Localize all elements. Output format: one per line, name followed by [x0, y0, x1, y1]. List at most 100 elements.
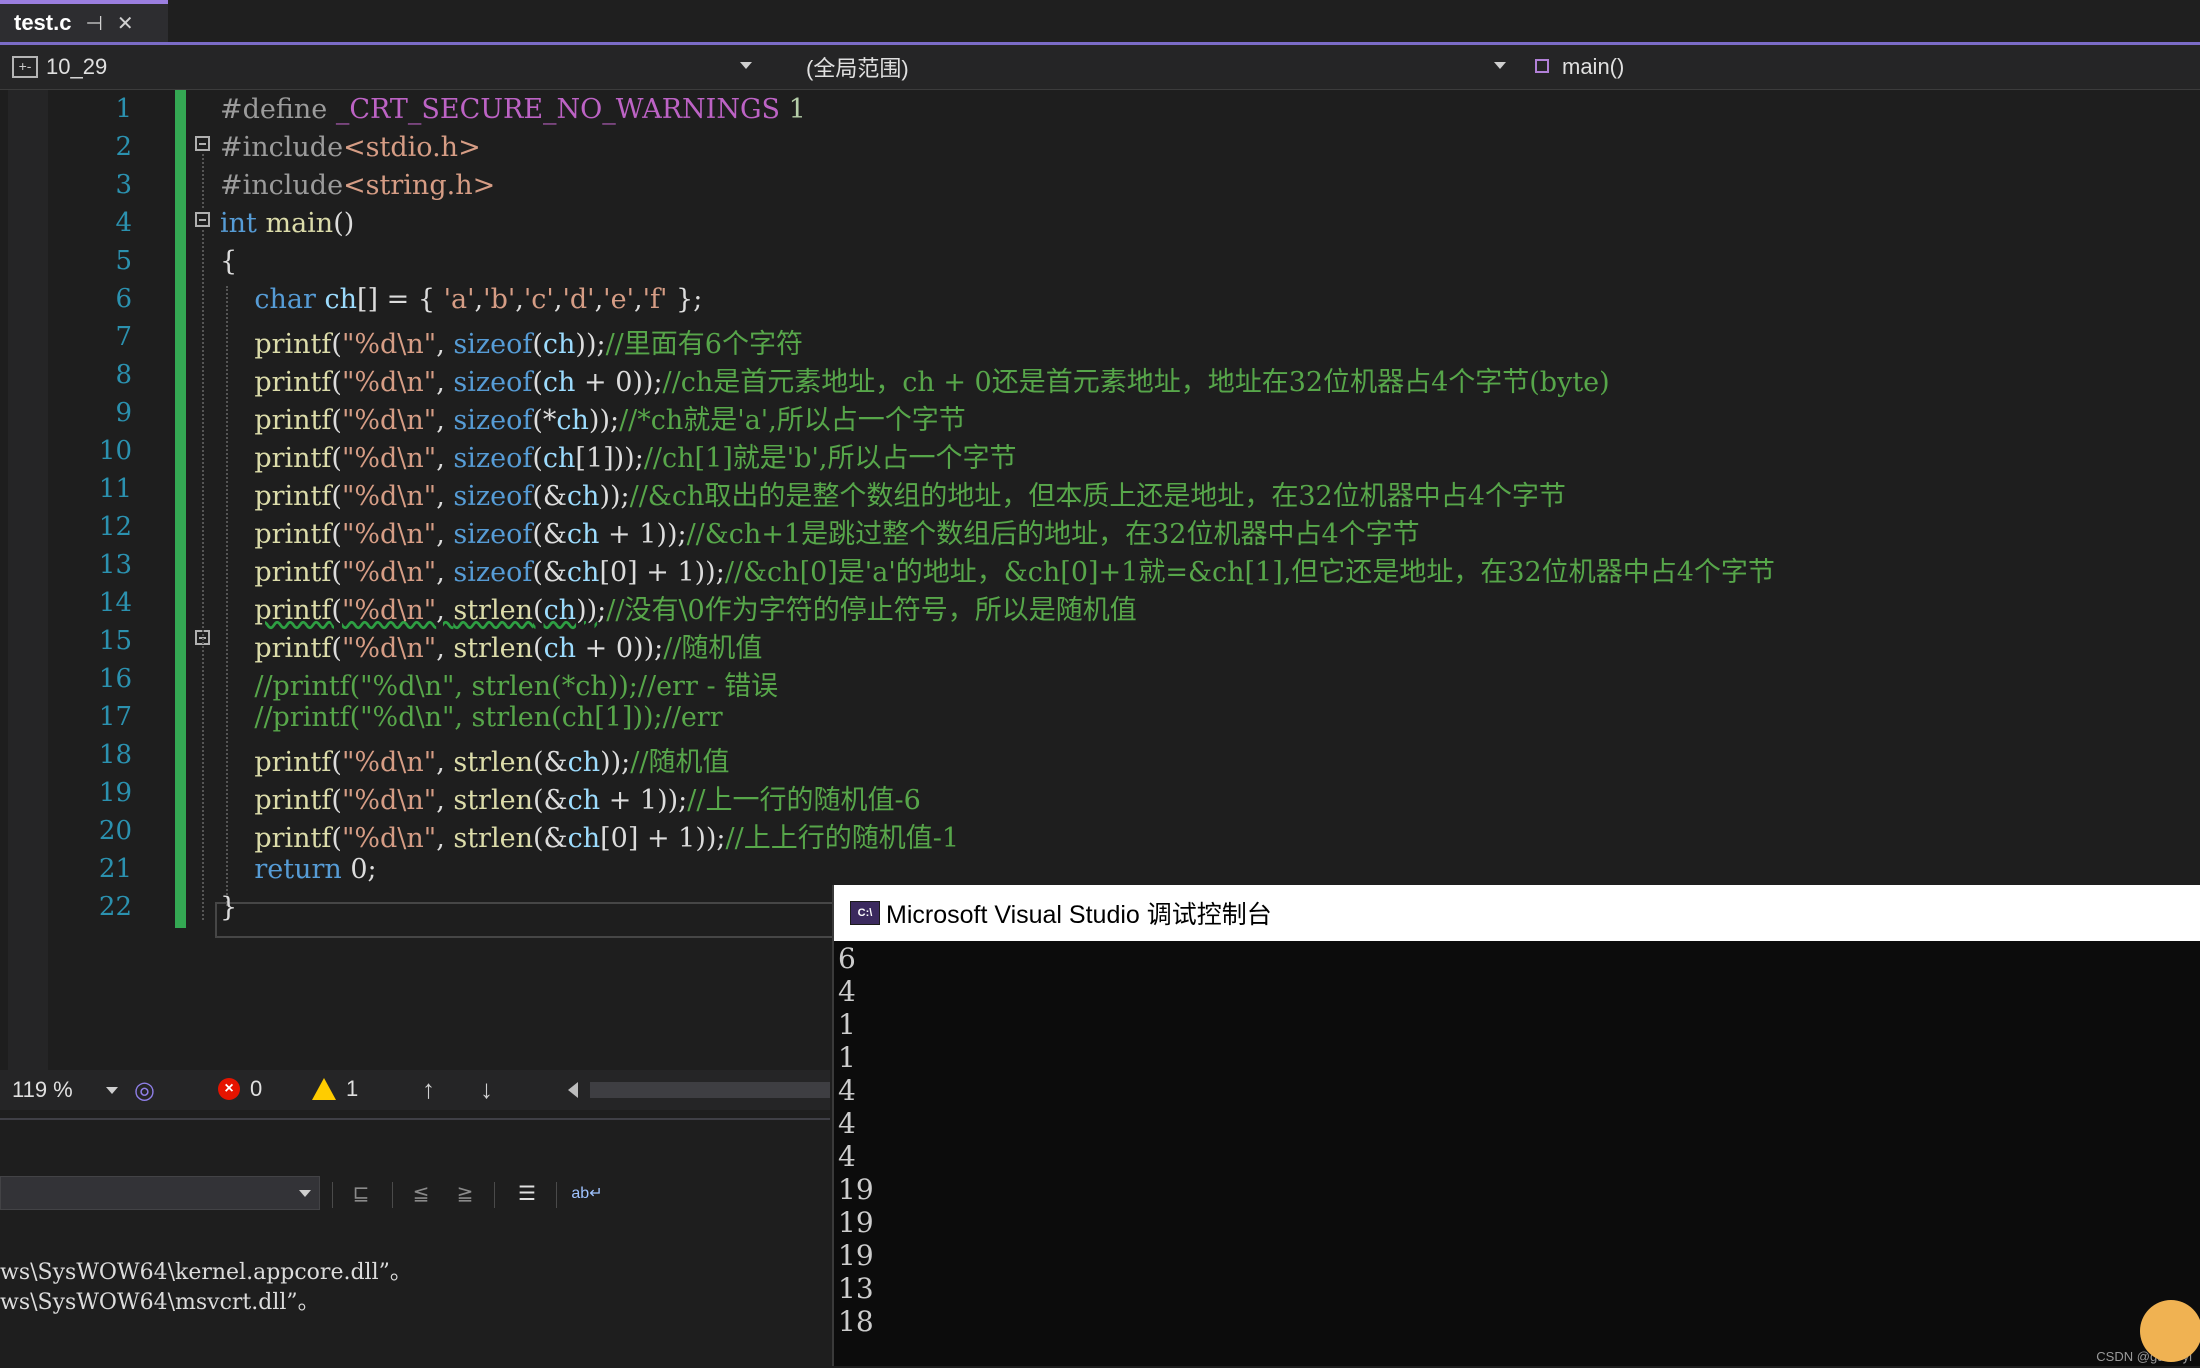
- console-output-line: 4: [838, 1107, 856, 1140]
- scope-label: (全局范围): [806, 56, 909, 81]
- code-line: printf("%d\n", sizeof(&ch[0] + 1));//&ch…: [254, 557, 1775, 588]
- previous-message-icon[interactable]: ≦: [404, 1178, 438, 1210]
- word-wrap-icon[interactable]: ab↵: [570, 1178, 604, 1210]
- toolbar-separator: [556, 1182, 557, 1208]
- console-output-line: 18: [838, 1305, 874, 1338]
- code-line: printf("%d\n", sizeof(*ch));//*ch就是'a',所…: [254, 405, 966, 436]
- document-tab-strip: test.c ⊣ ✕: [0, 0, 2200, 42]
- line-number: 8: [115, 360, 132, 390]
- console-output-line: 4: [838, 975, 856, 1008]
- output-pane: ⊑ ≦ ≧ ☰ ab↵ ws\SysWOW64\kernel.appcore.d…: [0, 1118, 830, 1368]
- intellisense-icon[interactable]: ◎: [134, 1076, 155, 1105]
- error-count[interactable]: × 0: [218, 1076, 262, 1102]
- code-line: printf("%d\n", strlen(ch + 0));//随机值: [254, 633, 763, 664]
- editor-status-bar: 119 % ◎ × 0 1 ↑ ↓: [0, 1070, 830, 1110]
- next-message-icon[interactable]: ≧: [448, 1178, 482, 1210]
- chevron-down-icon: [1494, 62, 1506, 69]
- line-number: 4: [115, 208, 132, 238]
- project-label: 10_29: [46, 54, 108, 79]
- code-line: printf("%d\n", sizeof(&ch));//&ch取出的是整个数…: [254, 481, 1566, 512]
- chevron-down-icon: [106, 1087, 118, 1094]
- outline-guide: [202, 154, 204, 208]
- toolbar-separator: [332, 1182, 333, 1208]
- console-output-line: 1: [838, 1041, 856, 1074]
- error-icon: ×: [218, 1078, 240, 1100]
- toolbar-separator: [392, 1182, 393, 1208]
- previous-issue-arrow-up-icon[interactable]: ↑: [422, 1074, 435, 1105]
- output-line: ws\SysWOW64\kernel.appcore.dll”。: [0, 1260, 412, 1285]
- line-number: 9: [115, 398, 132, 428]
- code-line: printf("%d\n", sizeof(&ch + 1));//&ch+1是…: [254, 519, 1420, 550]
- clear-all-icon[interactable]: ☰: [510, 1178, 544, 1210]
- line-number: 14: [98, 588, 132, 618]
- output-line: ws\SysWOW64\msvcrt.dll”。: [0, 1290, 320, 1315]
- line-number: 2: [115, 132, 132, 162]
- code-line: printf("%d\n", strlen(&ch));//随机值: [254, 747, 730, 778]
- line-number: 7: [115, 322, 132, 352]
- chevron-down-icon: [740, 62, 752, 69]
- line-number: 21: [98, 854, 132, 884]
- code-line: int main(): [220, 208, 355, 239]
- code-line: printf("%d\n", strlen(ch));//没有\0作为字符的停止…: [254, 595, 1137, 626]
- line-number: 11: [98, 474, 132, 504]
- line-number: 18: [98, 740, 132, 770]
- line-number: 22: [98, 892, 132, 922]
- code-line: char ch[] = { 'a','b','c','d','e','f' };: [254, 284, 703, 315]
- collapse-toggle-icon[interactable]: [195, 212, 210, 227]
- code-line: //printf("%d\n", strlen(ch[1]));//err: [254, 702, 723, 733]
- document-tab[interactable]: test.c ⊣ ✕: [0, 0, 168, 42]
- code-line: }: [220, 892, 238, 923]
- console-output-line: 1: [838, 1008, 856, 1041]
- warning-count[interactable]: 1: [312, 1076, 358, 1102]
- line-number: 13: [98, 550, 132, 580]
- code-line: printf("%d\n", strlen(&ch + 1));//上一行的随机…: [254, 785, 921, 816]
- code-line: //printf("%d\n", strlen(*ch));//err - 错误: [254, 671, 779, 702]
- next-issue-arrow-down-icon[interactable]: ↓: [480, 1074, 493, 1105]
- output-toolbar: ⊑ ≦ ≧ ☰ ab↵: [0, 1172, 830, 1216]
- scroll-left-arrow-icon[interactable]: [568, 1082, 578, 1098]
- warning-icon: [312, 1078, 336, 1100]
- error-count-label: 0: [250, 1076, 263, 1101]
- method-cube-icon: [1534, 57, 1552, 77]
- line-number: 20: [98, 816, 132, 846]
- project-dropdown[interactable]: +‑ 10_29: [12, 50, 760, 84]
- scope-dropdown[interactable]: (全局范围): [806, 50, 1514, 84]
- code-line: return 0;: [254, 854, 377, 885]
- console-output-line: 19: [838, 1206, 874, 1239]
- console-title-bar[interactable]: C:\ Microsoft Visual Studio 调试控制台: [834, 885, 2200, 941]
- member-dropdown[interactable]: main(): [1534, 50, 2194, 84]
- horizontal-scrollbar[interactable]: [590, 1082, 830, 1098]
- code-line: printf("%d\n", strlen(&ch[0] + 1));//上上行…: [254, 823, 959, 854]
- line-number: 3: [115, 170, 132, 200]
- zoom-dropdown[interactable]: 119 %: [8, 1074, 124, 1106]
- line-number: 6: [115, 284, 132, 314]
- watermark-logo: [2140, 1300, 2200, 1362]
- project-icon: +‑: [12, 56, 38, 78]
- toolbar-separator: [494, 1182, 495, 1208]
- line-number: 1: [115, 94, 132, 124]
- outline-guide: [202, 230, 204, 920]
- console-title: Microsoft Visual Studio 调试控制台: [886, 901, 1272, 929]
- line-number: 12: [98, 512, 132, 542]
- output-source-dropdown[interactable]: [0, 1176, 320, 1210]
- pin-icon[interactable]: ⊣: [85, 11, 102, 36]
- change-tracking-bar: [175, 90, 186, 928]
- navigation-bar: +‑ 10_29 (全局范围) main(): [0, 45, 2200, 90]
- debug-console-window[interactable]: C:\ Microsoft Visual Studio 调试控制台 6 4 1 …: [832, 885, 2200, 1366]
- code-line: {: [220, 246, 238, 277]
- console-output-line: 13: [838, 1272, 874, 1305]
- console-output-line: 4: [838, 1140, 856, 1173]
- code-line: printf("%d\n", sizeof(ch[1]));//ch[1]就是'…: [254, 443, 1017, 474]
- collapse-toggle-icon[interactable]: [195, 136, 210, 151]
- line-number: 5: [115, 246, 132, 276]
- warning-count-label: 1: [346, 1076, 359, 1101]
- member-label: main(): [1562, 54, 1625, 79]
- line-number: 19: [98, 778, 132, 808]
- editor-left-margin: [8, 90, 48, 1070]
- go-to-line-icon[interactable]: ⊑: [344, 1178, 378, 1210]
- console-output-line: 6: [838, 942, 856, 975]
- console-app-icon: C:\: [850, 901, 880, 925]
- code-line: #include<string.h>: [220, 170, 496, 201]
- tab-title: test.c: [14, 10, 72, 35]
- close-icon[interactable]: ✕: [117, 11, 134, 36]
